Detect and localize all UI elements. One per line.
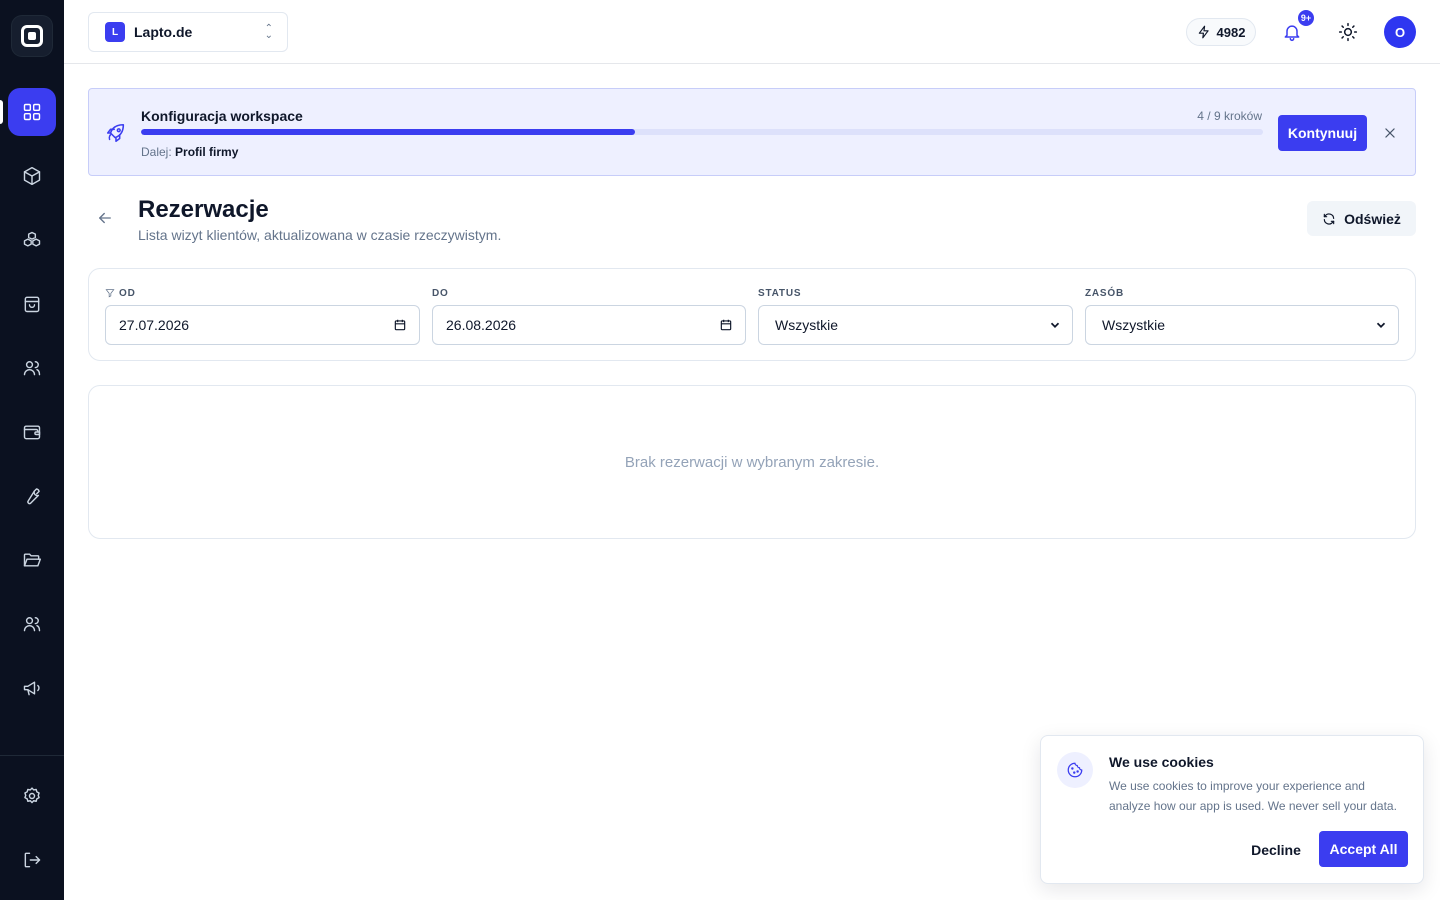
chevron-down-icon bbox=[1376, 322, 1386, 328]
wallet-icon bbox=[23, 425, 41, 440]
onboarding-banner: Konfiguracja workspace 4 / 9 kroków Dale… bbox=[88, 88, 1416, 176]
onboarding-progress-bar bbox=[141, 129, 1263, 135]
filter-resource-label: ZASÓB bbox=[1085, 287, 1124, 299]
refresh-button[interactable]: Odśwież bbox=[1307, 201, 1416, 236]
page-title: Rezerwacje bbox=[138, 196, 269, 223]
close-icon bbox=[1385, 128, 1395, 138]
filter-resource: ZASÓB Wszystkie bbox=[1085, 287, 1399, 345]
resource-select[interactable]: Wszystkie bbox=[1085, 305, 1399, 345]
decline-cookies-button[interactable]: Decline bbox=[1241, 832, 1311, 868]
folder-open-icon bbox=[23, 553, 42, 567]
sidebar-item-marketing[interactable] bbox=[8, 664, 56, 712]
continue-button[interactable]: Kontynuuj bbox=[1278, 115, 1367, 151]
sidebar-item-logout[interactable] bbox=[8, 836, 56, 884]
refresh-label: Odśwież bbox=[1344, 210, 1401, 227]
sun-icon bbox=[1338, 22, 1358, 42]
sidebar-item-dashboard[interactable] bbox=[8, 88, 56, 136]
user-avatar[interactable]: O bbox=[1384, 16, 1416, 48]
app-logo[interactable] bbox=[12, 16, 52, 56]
sidebar-item-partial bbox=[8, 740, 56, 755]
boxes-icon bbox=[23, 231, 41, 247]
rocket-icon bbox=[105, 122, 127, 144]
back-button[interactable] bbox=[96, 209, 114, 227]
log-out-icon bbox=[24, 852, 41, 868]
chevron-down-icon bbox=[1050, 322, 1060, 328]
next-step-name: Profil firmy bbox=[175, 145, 239, 159]
notifications-badge: 9+ bbox=[1298, 10, 1314, 26]
filter-to-label: DO bbox=[432, 287, 449, 299]
sidebar-item-files[interactable] bbox=[8, 536, 56, 584]
logo-dot bbox=[28, 32, 36, 40]
sidebar-item-tools[interactable] bbox=[8, 472, 56, 520]
settings-icon bbox=[24, 787, 40, 804]
cookie-description: We use cookies to improve your experienc… bbox=[1109, 779, 1397, 813]
wrench-icon bbox=[27, 488, 40, 505]
arrow-left-icon bbox=[99, 212, 111, 224]
sidebar-item-settings[interactable] bbox=[8, 772, 56, 820]
empty-state-message: Brak rezerwacji w wybranym zakresie. bbox=[624, 453, 880, 471]
bell-icon bbox=[1284, 25, 1300, 42]
page-subtitle: Lista wizyt klientów, aktualizowana w cz… bbox=[138, 227, 502, 243]
sidebar-divider bbox=[0, 755, 64, 756]
logo-mark bbox=[21, 25, 43, 47]
onboarding-next-step: Dalej: Profil firmy bbox=[141, 145, 238, 159]
layout-grid-icon bbox=[23, 103, 41, 121]
theme-toggle-button[interactable] bbox=[1332, 16, 1364, 48]
onboarding-title: Konfiguracja workspace bbox=[141, 108, 303, 124]
sidebar-item-shop[interactable] bbox=[8, 280, 56, 328]
sidebar bbox=[0, 0, 64, 900]
filter-from-label: OD bbox=[105, 287, 420, 299]
filters-panel: OD 27.07.2026 DO 26.08.2026 STATUS Wszys… bbox=[88, 268, 1416, 361]
filter-from: OD 27.07.2026 bbox=[105, 287, 420, 345]
users-icon bbox=[23, 361, 41, 376]
date-to-value: 26.08.2026 bbox=[446, 317, 517, 333]
onboarding-progress-fill bbox=[141, 129, 635, 135]
sidebar-item-components[interactable] bbox=[8, 216, 56, 264]
onboarding-steps-count: 4 / 9 kroków bbox=[1197, 109, 1262, 123]
filter-from-label-text: OD bbox=[119, 287, 136, 299]
date-to-input[interactable]: 26.08.2026 bbox=[432, 305, 746, 345]
workspace-selector[interactable]: L Lapto.de ⌃ ⌄ bbox=[88, 12, 288, 52]
accept-cookies-button[interactable]: Accept All bbox=[1319, 831, 1408, 867]
calendar-icon[interactable] bbox=[719, 318, 733, 332]
date-from-value: 27.07.2026 bbox=[119, 317, 190, 333]
chevrons-up-down-icon: ⌃ ⌄ bbox=[264, 23, 273, 41]
filter-to: DO 26.08.2026 bbox=[432, 287, 746, 345]
reservations-list: Brak rezerwacji w wybranym zakresie. bbox=[88, 385, 1416, 539]
credits-value: 4982 bbox=[1216, 24, 1246, 40]
topbar: L Lapto.de ⌃ ⌄ 4982 9+ O bbox=[64, 0, 1440, 64]
sidebar-item-products[interactable] bbox=[8, 152, 56, 200]
status-select[interactable]: Wszystkie bbox=[758, 305, 1073, 345]
dismiss-banner-button[interactable] bbox=[1379, 122, 1401, 144]
filter-status: STATUS Wszystkie bbox=[758, 287, 1073, 345]
filter-status-label: STATUS bbox=[758, 287, 802, 299]
next-step-prefix: Dalej: bbox=[141, 145, 172, 159]
cookie-icon bbox=[1057, 752, 1093, 788]
cookie-title: We use cookies bbox=[1109, 754, 1214, 770]
status-select-value: Wszystkie bbox=[775, 317, 838, 333]
workspace-name: Lapto.de bbox=[134, 24, 193, 40]
megaphone-icon bbox=[23, 681, 40, 696]
sidebar-scroll-overflow bbox=[0, 740, 64, 755]
sidebar-item-wallet[interactable] bbox=[8, 408, 56, 456]
refresh-icon bbox=[1323, 212, 1335, 225]
date-from-input[interactable]: 27.07.2026 bbox=[105, 305, 420, 345]
zap-icon bbox=[1198, 25, 1209, 39]
active-nav-marker bbox=[0, 100, 3, 124]
workspace-badge: L bbox=[105, 22, 125, 42]
filter-icon bbox=[105, 289, 115, 298]
resource-select-value: Wszystkie bbox=[1102, 317, 1165, 333]
shopping-bag-icon bbox=[24, 296, 40, 313]
cookie-consent-banner: We use cookies We use cookies to improve… bbox=[1040, 735, 1424, 884]
package-icon bbox=[23, 166, 41, 186]
users-icon bbox=[23, 617, 41, 632]
sidebar-item-customers[interactable] bbox=[8, 344, 56, 392]
sidebar-item-team[interactable] bbox=[8, 600, 56, 648]
credits-balance[interactable]: 4982 bbox=[1186, 18, 1256, 46]
calendar-icon[interactable] bbox=[393, 318, 407, 332]
